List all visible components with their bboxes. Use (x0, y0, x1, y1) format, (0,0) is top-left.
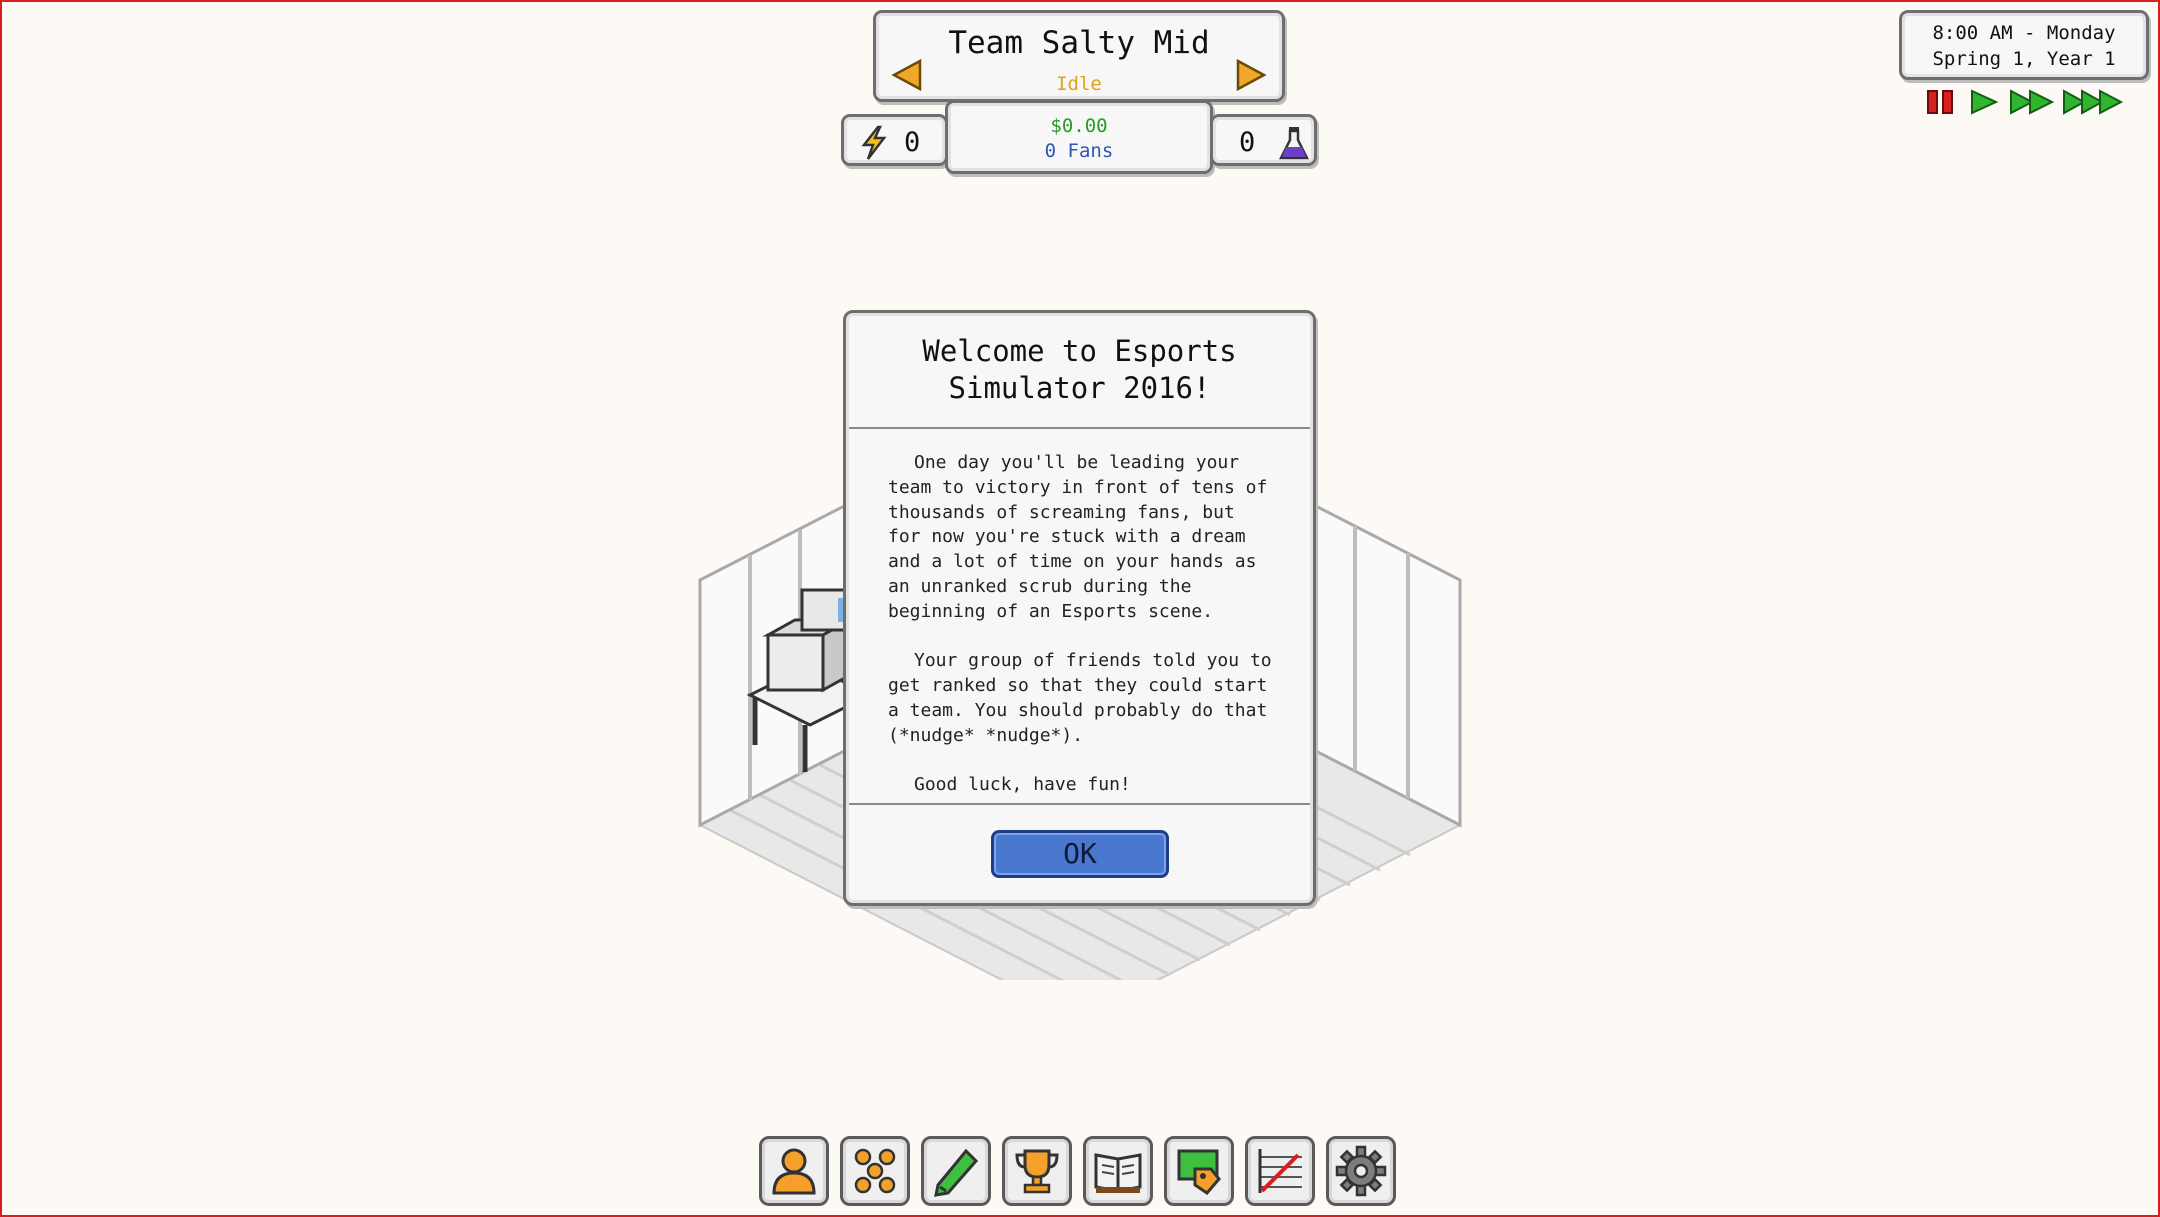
dialog-paragraph: One day you'll be leading your team to v… (888, 452, 1268, 622)
team-panel: Team Salty Mid Idle (873, 10, 1285, 102)
fastest-forward-icon[interactable] (2062, 88, 2124, 116)
dialog-body: One day you'll be leading your team to v… (888, 451, 1273, 823)
clock-date: Spring 1, Year 1 (1932, 48, 2116, 70)
play-icon[interactable] (1968, 88, 2000, 116)
dialog-divider (849, 427, 1310, 429)
clock-panel: 8:00 AM - Monday Spring 1, Year 1 (1899, 10, 2149, 80)
settings-button[interactable] (1326, 1136, 1396, 1206)
player-icon (772, 1148, 816, 1195)
ok-button[interactable]: OK (991, 830, 1169, 878)
pause-icon[interactable] (1925, 88, 1957, 116)
team-status: Idle (1056, 73, 1102, 95)
research-counter: 0 (1210, 114, 1317, 166)
energy-value: 0 (904, 127, 921, 158)
trophy-icon (1015, 1149, 1059, 1194)
fans-value: 0 Fans (1044, 140, 1114, 162)
stats-chart-icon (1258, 1149, 1302, 1193)
team-button[interactable] (840, 1136, 910, 1206)
next-team-arrow-icon[interactable] (1232, 57, 1268, 93)
tournaments-button[interactable] (1002, 1136, 1072, 1206)
pencil-icon (934, 1148, 979, 1197)
lightning-icon (861, 125, 887, 160)
welcome-dialog: Welcome to Esports Simulator 2016! One d… (843, 310, 1316, 906)
practice-button[interactable] (921, 1136, 991, 1206)
previous-team-arrow-icon[interactable] (890, 57, 926, 93)
stats-button[interactable] (1245, 1136, 1315, 1206)
gear-icon (1335, 1145, 1387, 1197)
clock-time: 8:00 AM - Monday (1932, 22, 2116, 44)
research-value: 0 (1239, 127, 1256, 158)
energy-counter: 0 (841, 114, 948, 166)
dialog-paragraph: Your group of friends told you to get ra… (888, 650, 1272, 746)
money-value: $0.00 (1050, 115, 1108, 137)
flask-icon (1279, 127, 1309, 160)
player-button[interactable] (759, 1136, 829, 1206)
dialog-title: Welcome to Esports Simulator 2016! (922, 334, 1237, 405)
shop-tag-icon (1177, 1149, 1221, 1195)
team-name: Team Salty Mid (948, 25, 1210, 61)
dialog-divider (849, 803, 1310, 805)
money-fans-panel: $0.00 0 Fans (945, 100, 1213, 174)
history-button[interactable] (1083, 1136, 1153, 1206)
fast-forward-icon[interactable] (2008, 88, 2056, 116)
dialog-paragraph: Good luck, have fun! (914, 774, 1131, 796)
team-icon (854, 1148, 896, 1194)
book-icon (1094, 1153, 1142, 1193)
shop-button[interactable] (1164, 1136, 1234, 1206)
